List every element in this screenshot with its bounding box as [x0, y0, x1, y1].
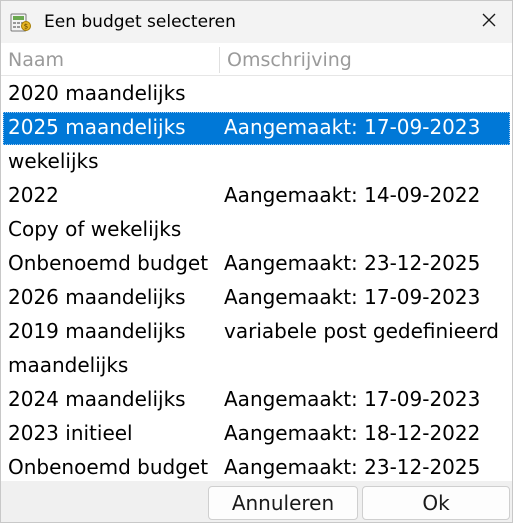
- budget-description: Aangemaakt: 17-09-2023: [224, 387, 481, 411]
- budget-description: Aangemaakt: 17-09-2023: [224, 285, 481, 309]
- budget-description: Aangemaakt: 17-09-2023: [224, 115, 481, 139]
- budget-name: 2025 maandelijks: [8, 115, 186, 139]
- budget-list[interactable]: Naam Omschrijving 2020 maandelijks 2025 …: [1, 45, 512, 481]
- budget-description: Aangemaakt: 14-09-2022: [224, 183, 481, 207]
- list-item[interactable]: maandelijks: [3, 350, 510, 383]
- budget-name: Onbenoemd budget: [8, 251, 209, 275]
- list-item[interactable]: wekelijks: [3, 146, 510, 179]
- budget-name: Onbenoemd budget: [8, 455, 209, 479]
- budget-app-icon: $: [10, 12, 31, 32]
- button-bar: Annuleren Ok: [1, 481, 512, 522]
- list-item[interactable]: 2019 maandelijks variabele post gedefini…: [3, 316, 510, 349]
- list-header: Naam Omschrijving: [1, 45, 512, 76]
- budget-description: Aangemaakt: 23-12-2025: [224, 455, 481, 479]
- budget-description: Aangemaakt: 18-12-2022: [224, 421, 481, 445]
- title-bar: $ Een budget selecteren: [1, 1, 512, 43]
- budget-name: 2022: [8, 183, 59, 207]
- cancel-button[interactable]: Annuleren: [208, 486, 358, 520]
- svg-text:$: $: [24, 23, 28, 31]
- list-item[interactable]: Onbenoemd budget Aangemaakt: 23-12-2025: [3, 452, 510, 481]
- list-item[interactable]: 2022 Aangemaakt: 14-09-2022: [3, 180, 510, 213]
- budget-name: maandelijks: [8, 353, 129, 377]
- column-header-description[interactable]: Omschrijving: [227, 49, 352, 71]
- list-item[interactable]: Onbenoemd budget Aangemaakt: 23-12-2025: [3, 248, 510, 281]
- list-item[interactable]: 2023 initieel Aangemaakt: 18-12-2022: [3, 418, 510, 451]
- list-item-selected[interactable]: 2025 maandelijks Aangemaakt: 17-09-2023: [3, 112, 510, 145]
- list-item[interactable]: 2026 maandelijks Aangemaakt: 17-09-2023: [3, 282, 510, 315]
- dialog-window: $ Een budget selecteren Naam Omschrijvin…: [0, 0, 513, 523]
- budget-name: 2019 maandelijks: [8, 319, 186, 343]
- list-item[interactable]: 2020 maandelijks: [3, 78, 510, 111]
- budget-description: Aangemaakt: 23-12-2025: [224, 251, 481, 275]
- close-button[interactable]: [466, 1, 512, 43]
- column-separator[interactable]: [219, 47, 220, 73]
- column-header-name[interactable]: Naam: [8, 49, 64, 71]
- budget-name: 2020 maandelijks: [8, 81, 186, 105]
- budget-name: Copy of wekelijks: [8, 217, 182, 241]
- budget-name: wekelijks: [8, 149, 99, 173]
- budget-name: 2026 maandelijks: [8, 285, 186, 309]
- close-icon: [481, 12, 497, 32]
- ok-button[interactable]: Ok: [362, 486, 510, 520]
- list-item[interactable]: Copy of wekelijks: [3, 214, 510, 247]
- budget-name: 2023 initieel: [8, 421, 133, 445]
- list-item[interactable]: 2024 maandelijks Aangemaakt: 17-09-2023: [3, 384, 510, 417]
- budget-name: 2024 maandelijks: [8, 387, 186, 411]
- budget-description: variabele post gedefinieerd: [224, 319, 499, 343]
- window-title: Een budget selecteren: [44, 12, 236, 32]
